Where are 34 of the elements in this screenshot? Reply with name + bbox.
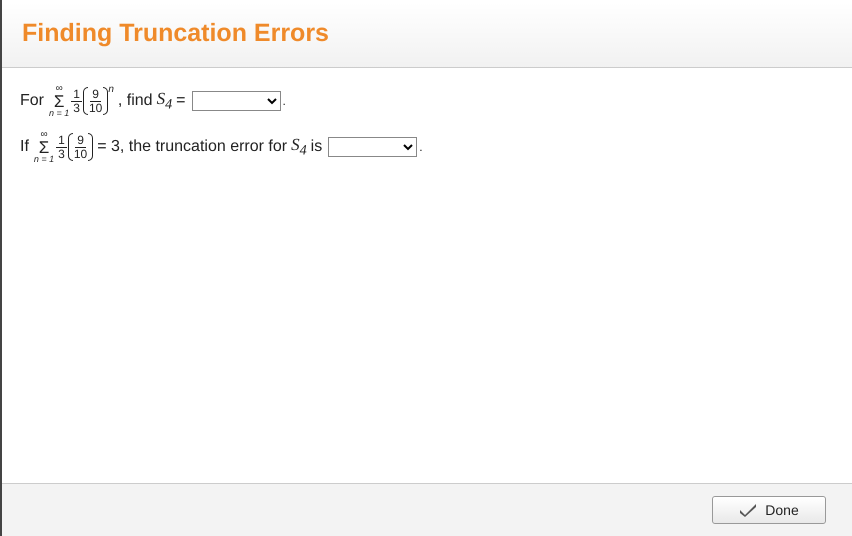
numerator: 1 bbox=[56, 134, 67, 148]
numerator: 9 bbox=[75, 134, 86, 148]
done-button[interactable]: Done bbox=[712, 496, 826, 524]
denominator: 3 bbox=[73, 102, 80, 114]
upper-limit: ∞ bbox=[40, 130, 48, 140]
sigma-symbol: Σ bbox=[38, 140, 50, 156]
period: . bbox=[282, 94, 286, 108]
lower-limit: n = 1 bbox=[49, 109, 70, 118]
question-text: = 3, the truncation error for bbox=[97, 138, 288, 156]
question-text: is bbox=[310, 138, 322, 156]
question-text: = bbox=[176, 92, 186, 110]
right-parenthesis-icon bbox=[88, 133, 94, 161]
lower-limit: n = 1 bbox=[34, 155, 54, 164]
question-text: If bbox=[20, 138, 29, 156]
denominator: 3 bbox=[58, 148, 65, 160]
upper-limit: ∞ bbox=[56, 84, 63, 94]
left-parenthesis-icon bbox=[82, 87, 88, 115]
right-parenthesis-icon bbox=[103, 87, 108, 115]
period: . bbox=[419, 140, 423, 154]
numerator: 9 bbox=[90, 88, 101, 102]
question-text: For bbox=[20, 92, 44, 110]
sigma-symbol: Σ bbox=[54, 94, 64, 110]
question-text: , find bbox=[118, 92, 153, 110]
partial-sum-symbol: S$_{4}$ bbox=[156, 88, 172, 114]
checkmark-icon bbox=[739, 503, 758, 517]
answer-dropdown[interactable] bbox=[192, 91, 280, 111]
left-parenthesis-icon bbox=[68, 133, 73, 161]
partial-sum-symbol: S$_{4}$ bbox=[291, 134, 307, 160]
page-title: Finding Truncation Errors bbox=[22, 19, 329, 48]
denominator: 10 bbox=[88, 102, 102, 114]
answer-dropdown[interactable] bbox=[328, 137, 418, 157]
numerator: 1 bbox=[71, 88, 82, 102]
denominator: 10 bbox=[74, 148, 88, 160]
exponent: n bbox=[108, 84, 114, 95]
